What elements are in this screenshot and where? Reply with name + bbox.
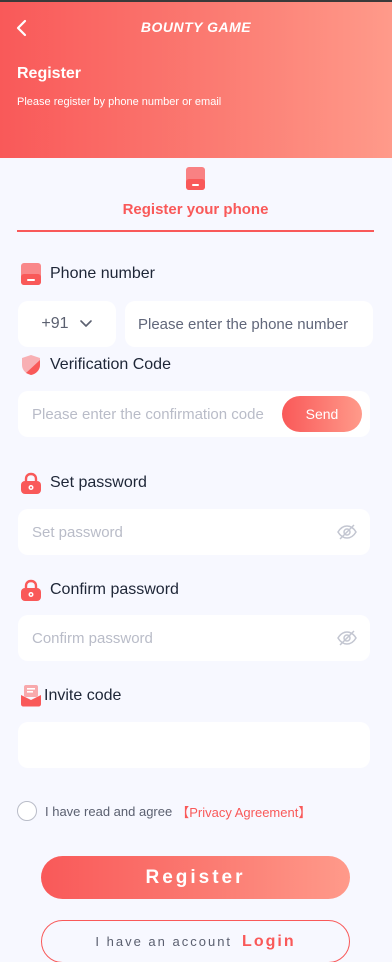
confirm-password-input[interactable] <box>18 615 318 661</box>
agree-checkbox[interactable] <box>17 801 37 821</box>
phone-label-text: Phone number <box>50 265 155 282</box>
page-subtitle: Please register by phone number or email <box>17 96 222 108</box>
set-password-label: Set password <box>20 472 147 494</box>
eye-off-icon[interactable] <box>337 628 357 648</box>
agreement-text: I have read and agree <box>45 803 173 819</box>
verification-code-input[interactable] <box>18 391 278 437</box>
set-password-input[interactable] <box>18 509 318 555</box>
header-banner: BOUNTY GAME Register Please register by … <box>0 0 392 158</box>
lock-icon <box>20 472 42 494</box>
have-account-text: I have an account <box>95 934 233 949</box>
phone-input[interactable] <box>125 301 373 347</box>
verification-label-text: Verification Code <box>50 356 171 373</box>
login-button[interactable]: I have an account Login <box>41 920 350 962</box>
country-code-value: +91 <box>41 315 69 332</box>
confirm-password-label-text: Confirm password <box>50 581 179 598</box>
invite-label-text: Invite code <box>44 687 122 704</box>
set-password-label-text: Set password <box>50 474 147 491</box>
tab-label: Register your phone <box>122 201 269 218</box>
send-code-button[interactable]: Send <box>282 396 362 432</box>
eye-off-icon[interactable] <box>337 522 357 542</box>
country-code-select[interactable]: +91 <box>18 301 116 347</box>
login-label: Login <box>242 932 296 950</box>
phone-input-box <box>125 301 373 347</box>
register-button[interactable]: Register <box>41 856 350 899</box>
set-password-box <box>18 509 370 555</box>
invite-envelope-icon <box>20 685 42 707</box>
verification-code-label: Verification Code <box>20 354 171 376</box>
shield-icon <box>20 354 42 376</box>
confirm-password-label: Confirm password <box>20 579 179 601</box>
privacy-agreement-row: I have read and agree 【Privacy Agreement… <box>17 801 311 821</box>
invite-code-box <box>18 722 370 768</box>
invite-code-input[interactable] <box>18 722 370 768</box>
invite-code-label: Invite code <box>20 685 121 707</box>
confirm-password-box <box>18 615 370 661</box>
privacy-agreement-link[interactable]: 【Privacy Agreement】 <box>176 802 311 821</box>
tab-register-phone[interactable]: Register your phone <box>17 165 374 232</box>
app-logo: BOUNTY GAME <box>140 19 252 35</box>
lock-icon <box>20 579 42 601</box>
chevron-down-icon <box>79 320 92 327</box>
verification-input-box: Send <box>18 391 370 437</box>
phone-icon <box>20 263 42 285</box>
phone-number-label: Phone number <box>20 263 155 285</box>
phone-icon <box>186 167 205 195</box>
page-title: Register <box>17 65 82 82</box>
